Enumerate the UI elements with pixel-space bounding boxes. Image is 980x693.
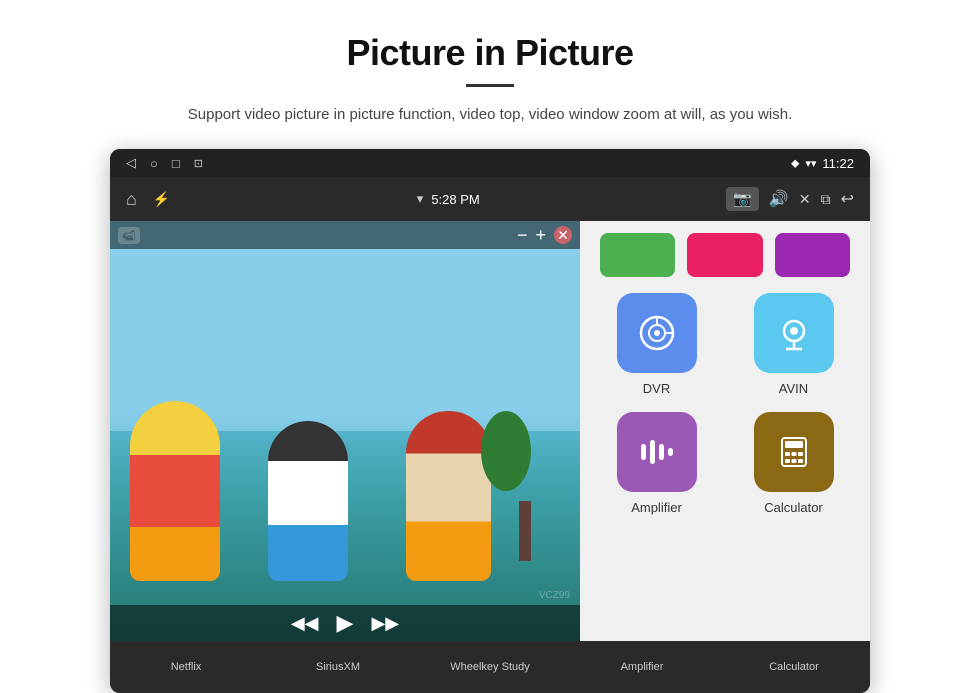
app-item-amplifier[interactable]: Amplifier [596,412,717,515]
status-bar: ◁ ○ □ ⊡ ⬥ ▾▾ 11:22 [110,149,870,177]
calculator-label: Calculator [764,500,823,515]
app-item-calculator[interactable]: Calculator [733,412,854,515]
app-time: 5:28 PM [431,192,479,207]
close-icon[interactable]: ✕ [799,191,811,208]
recent-nav-icon[interactable]: □ [172,156,180,171]
calculator-bottom-label: Calculator [769,661,819,673]
pip-icon[interactable]: ⧉ [821,191,831,208]
back-icon[interactable]: ↩ [841,189,854,209]
person-2 [268,421,348,581]
status-time: 11:22 [822,156,854,171]
pip-area: 📹 − + ✕ ◀◀ ▶ ▶▶ VCZ99 [110,221,580,641]
siriusxm-label: SiriusXM [316,661,360,673]
pip-top-bar: 📹 − + ✕ [110,221,580,249]
back-nav-icon[interactable]: ◁ [126,155,136,171]
app-item-avin[interactable]: AVIN [733,293,854,396]
main-area: 📹 − + ✕ ◀◀ ▶ ▶▶ VCZ99 [110,221,870,641]
wheelkey-label: Wheelkey Study [450,661,529,673]
status-bar-right: ⬥ ▾▾ 11:22 [791,156,854,171]
chip-pink[interactable] [687,233,762,277]
app-grid: DVR AVIN [596,293,854,515]
bottom-app-amplifier[interactable]: Amplifier [566,661,718,673]
amplifier-bottom-label: Amplifier [621,661,664,673]
video-player[interactable]: 📹 − + ✕ ◀◀ ▶ ▶▶ VCZ99 [110,221,580,641]
home-icon[interactable]: ⌂ [126,189,137,210]
cast-nav-icon[interactable]: ⊡ [194,157,203,170]
chip-green[interactable] [600,233,675,277]
watermark: VCZ99 [539,590,570,601]
usb-icon: ⚡ [153,191,170,208]
wifi-status-icon: ▾ [417,191,424,207]
forward-button[interactable]: ▶▶ [371,613,399,634]
app-grid-area: DVR AVIN [580,221,870,641]
title-divider [466,84,514,87]
bottom-app-calculator[interactable]: Calculator [718,661,870,673]
app-header-left: ⌂ ⚡ [126,189,170,210]
page-subtitle: Support video picture in picture functio… [188,103,792,127]
page-title: Picture in Picture [346,32,633,74]
pip-camera-icon: 📹 [118,227,140,244]
dvr-icon [617,293,697,373]
avin-label: AVIN [779,381,808,396]
pip-size-controls: − + ✕ [517,225,572,246]
wifi-icon: ▾▾ [805,157,816,170]
app-header: ⌂ ⚡ ▾ 5:28 PM 📷 🔊 ✕ ⧉ ↩ [110,177,870,221]
camera-button[interactable]: 📷 [726,187,759,211]
rewind-button[interactable]: ◀◀ [291,613,319,634]
status-bar-left: ◁ ○ □ ⊡ [126,155,203,171]
avin-icon [754,293,834,373]
pip-plus-button[interactable]: + [535,225,546,246]
pip-playback: ◀◀ ▶ ▶▶ [110,605,580,641]
play-button[interactable]: ▶ [337,610,354,636]
app-header-center: ▾ 5:28 PM [417,191,480,207]
bottom-app-wheelkey[interactable]: Wheelkey Study [414,661,566,673]
location-icon: ⬥ [791,156,799,171]
bottom-app-netflix[interactable]: Netflix [110,661,262,673]
amplifier-label: Amplifier [631,500,682,515]
app-header-right: 📷 🔊 ✕ ⧉ ↩ [726,187,854,211]
pip-close-button[interactable]: ✕ [554,226,572,244]
top-row-chips [596,233,854,277]
home-nav-icon[interactable]: ○ [150,156,158,171]
chip-purple[interactable] [775,233,850,277]
app-item-dvr[interactable]: DVR [596,293,717,396]
amplifier-icon [617,412,697,492]
bottom-app-siriusxm[interactable]: SiriusXM [262,661,414,673]
dvr-label: DVR [643,381,670,396]
tree [500,421,550,561]
device-frame: ◁ ○ □ ⊡ ⬥ ▾▾ 11:22 ⌂ ⚡ ▾ 5:28 PM 📷 🔊 ✕ ⧉… [110,149,870,693]
netflix-label: Netflix [171,661,202,673]
tree-trunk [519,501,531,561]
volume-icon[interactable]: 🔊 [769,189,789,209]
person-1 [130,401,220,581]
bottom-labels-bar: Netflix SiriusXM Wheelkey Study Amplifie… [110,641,870,693]
tree-top [481,411,531,491]
person-3 [406,411,491,581]
calculator-icon [754,412,834,492]
pip-minus-button[interactable]: − [517,225,528,246]
